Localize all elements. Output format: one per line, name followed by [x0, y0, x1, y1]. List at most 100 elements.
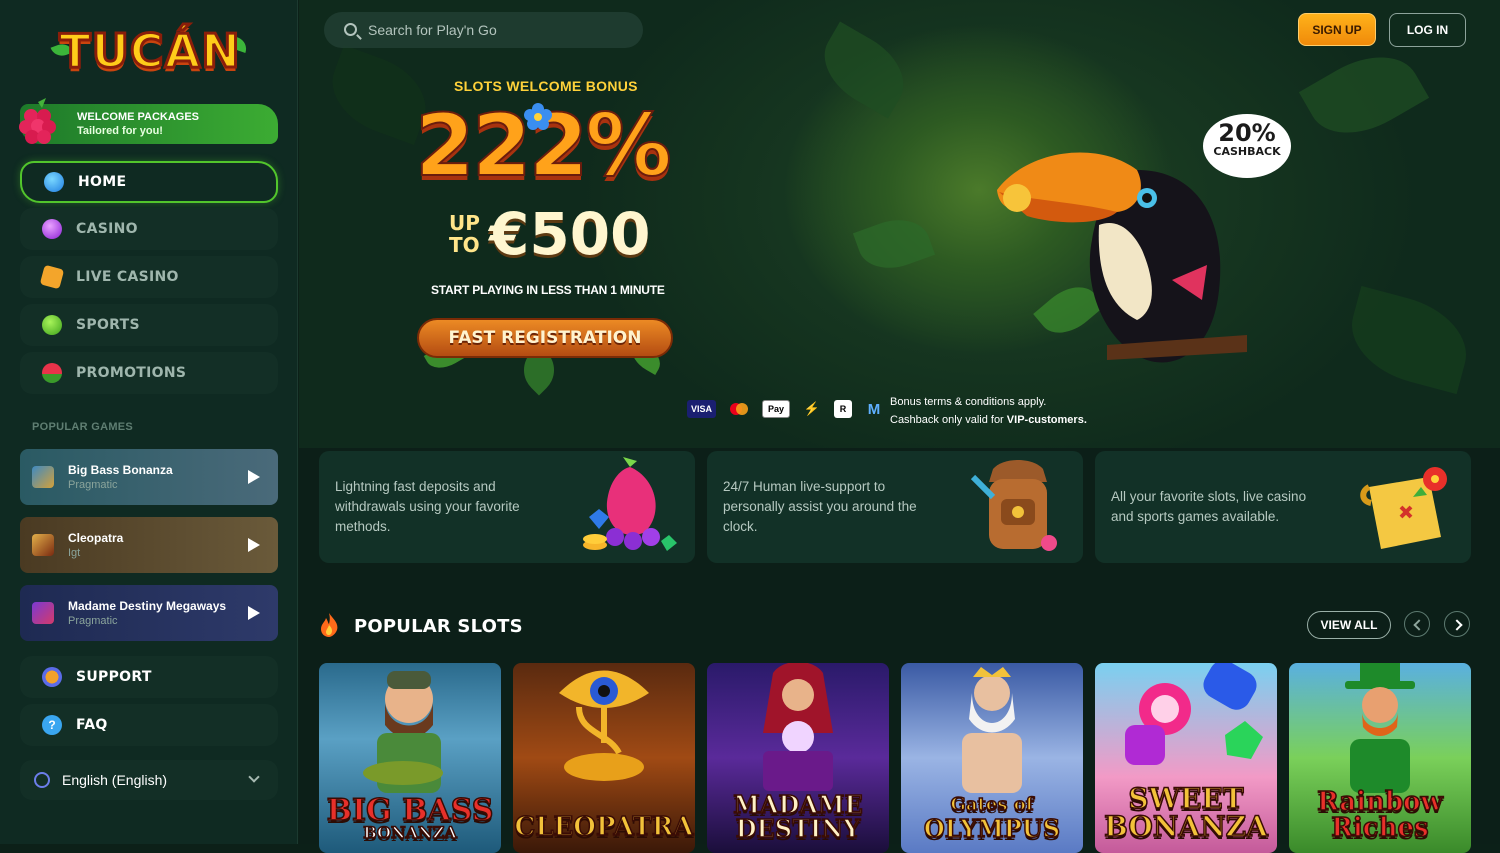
slot-title-line: BIG BASS: [326, 793, 494, 828]
slot-title-line: SWEET: [1128, 782, 1245, 815]
up-to-line: UP: [449, 211, 480, 235]
welcome-subtitle: Tailored for you!: [77, 125, 163, 137]
slot-title-line: BONANZA: [1103, 810, 1268, 843]
slot-title-line: CLEOPATRA: [514, 812, 694, 842]
eye-of-horus-illustration: [559, 670, 649, 781]
game-thumbnail: [32, 602, 54, 624]
main-content: SIGN UP LOG IN SLOTS WELCOME BONUS 222% …: [299, 0, 1500, 853]
slot-card[interactable]: MADAME DESTINY: [707, 663, 889, 853]
nav-live-casino[interactable]: LIVE CASINO: [20, 256, 278, 298]
slot-card[interactable]: CLEOPATRA: [513, 663, 695, 853]
visa-icon: VISA: [687, 400, 717, 418]
jungle-leaf-decoration: [1340, 285, 1478, 395]
slot-title: Rainbow Riches: [1289, 787, 1471, 843]
feature-text: 24/7 Human live-support to personally as…: [723, 479, 917, 534]
nav-home[interactable]: HOME: [20, 161, 278, 203]
chevron-down-icon: [248, 771, 260, 783]
blue-egg-icon: [44, 172, 64, 192]
view-all-button[interactable]: VIEW ALL: [1307, 611, 1391, 639]
terms-prefix: Cashback only valid for: [890, 414, 1004, 426]
slot-card[interactable]: Rainbow Riches: [1289, 663, 1471, 853]
nav-sports[interactable]: SPORTS: [20, 304, 278, 346]
slot-title: Gates of OLYMPUS: [901, 793, 1083, 841]
skrill-icon: ⚡: [803, 401, 821, 416]
globe-icon: [34, 772, 50, 788]
play-icon[interactable]: [248, 470, 260, 484]
terms-line: Cashback only valid for VIP-customers.: [890, 411, 1087, 429]
candy-illustration: [1125, 663, 1263, 765]
slot-title: MADAME DESTINY: [707, 792, 889, 843]
welcome-packages-banner[interactable]: WELCOME PACKAGES Tailored for you!: [19, 98, 278, 144]
nav-label: SPORTS: [76, 317, 140, 333]
carousel-prev-button[interactable]: [1404, 611, 1430, 637]
jungle-leaf-decoration: [810, 21, 918, 119]
slot-title: BIG BASS BONANZA: [319, 793, 501, 842]
popular-slots-title: POPULAR SLOTS: [354, 616, 523, 637]
dragonfruit-gems-icon: [583, 457, 677, 551]
fortune-teller-illustration: [763, 663, 833, 791]
nav-faq[interactable]: ? FAQ: [20, 704, 278, 746]
zeus-illustration: [962, 667, 1022, 793]
game-name: Cleopatra: [68, 531, 124, 545]
slot-title-line: OLYMPUS: [923, 814, 1061, 843]
welcome-title: WELCOME PACKAGES: [77, 111, 200, 123]
sidebar: TUCÁN WELCOME PACKAGES Tailored for you!…: [0, 0, 298, 844]
mastercard-icon: [724, 400, 754, 418]
bonus-note: START PLAYING IN LESS THAN 1 MINUTE: [431, 283, 665, 297]
support-headset-icon: [42, 667, 62, 687]
slot-card[interactable]: Gates of OLYMPUS: [901, 663, 1083, 853]
language-selector[interactable]: English (English): [20, 760, 278, 800]
log-in-button[interactable]: LOG IN: [1389, 13, 1466, 47]
play-icon[interactable]: [248, 538, 260, 552]
nav-label: PROMOTIONS: [76, 365, 187, 381]
slot-title-line: Riches: [1331, 813, 1430, 843]
nav-label: CASINO: [76, 221, 138, 237]
play-icon[interactable]: [248, 606, 260, 620]
slot-card[interactable]: BIG BASS BONANZA: [319, 663, 501, 853]
bonus-amount: €500: [489, 200, 651, 268]
tucan-logo[interactable]: TUCÁN: [50, 20, 250, 84]
feature-card-deposits: Lightning fast deposits and withdrawals …: [319, 451, 695, 563]
flower-icon: [524, 103, 552, 130]
revolut-icon: R: [834, 400, 853, 418]
slot-card[interactable]: SWEET BONANZA: [1095, 663, 1277, 853]
nav-casino[interactable]: CASINO: [20, 208, 278, 250]
cashback-badge: 20% CASHBACK: [1203, 114, 1291, 178]
nav-promotions[interactable]: PROMOTIONS: [20, 352, 278, 394]
feature-text: Lightning fast deposits and withdrawals …: [335, 479, 520, 534]
feature-card-games: All your favorite slots, live casino and…: [1095, 451, 1471, 563]
leprechaun-illustration: [1345, 663, 1415, 793]
carousel-next-button[interactable]: [1444, 611, 1470, 637]
feature-card-support: 24/7 Human live-support to personally as…: [707, 451, 1083, 563]
slot-title-line: DESTINY: [735, 814, 861, 843]
game-thumbnail: [32, 534, 54, 556]
game-name: Madame Destiny Megaways: [68, 599, 227, 613]
language-value: English (English): [62, 772, 168, 788]
muchbetter-icon: M: [867, 400, 881, 418]
sign-up-button[interactable]: SIGN UP: [1298, 13, 1376, 46]
payment-methods: VISA Pay ⚡ R M: [687, 399, 888, 419]
dice-icon: [39, 264, 65, 290]
cashback-label: CASHBACK: [1213, 145, 1281, 158]
jungle-leaf-decoration: [852, 209, 936, 279]
slot-title-line: Rainbow: [1316, 787, 1443, 817]
search-input[interactable]: [368, 21, 628, 39]
fast-registration-button[interactable]: FAST REGISTRATION: [417, 318, 673, 358]
popular-game-item[interactable]: Big Bass Bonanza Pragmatic: [20, 449, 278, 505]
search-icon: [344, 23, 357, 36]
question-bubble-icon: ?: [42, 715, 62, 735]
feature-text: All your favorite slots, live casino and…: [1111, 489, 1307, 524]
cashback-percent: 20%: [1218, 119, 1276, 147]
popular-games-heading: POPULAR GAMES: [32, 421, 134, 433]
up-to-label: UP TO: [449, 212, 480, 256]
popular-game-item[interactable]: Cleopatra Igt: [20, 517, 278, 573]
popular-game-item[interactable]: Madame Destiny Megaways Pragmatic: [20, 585, 278, 641]
nav-support[interactable]: SUPPORT: [20, 656, 278, 698]
search-bar[interactable]: [324, 12, 643, 48]
nav-label: HOME: [78, 174, 127, 190]
tennis-ball-icon: [42, 315, 62, 335]
treasure-map-icon: [1360, 467, 1447, 549]
hero-banner: SIGN UP LOG IN SLOTS WELCOME BONUS 222% …: [299, 0, 1500, 448]
apple-pay-icon: Pay: [762, 400, 791, 418]
terms-line: Bonus terms & conditions apply.: [890, 396, 1047, 408]
